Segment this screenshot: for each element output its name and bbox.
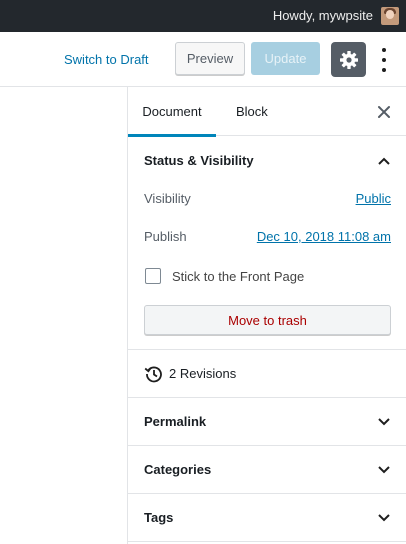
close-icon[interactable]	[376, 104, 392, 120]
sidebar-tabs: Document Block	[128, 87, 406, 137]
sticky-label[interactable]: Stick to the Front Page	[172, 269, 304, 284]
chevron-up-icon	[378, 157, 390, 165]
permalink-panel[interactable]: Permalink	[128, 398, 406, 446]
switch-to-draft-button[interactable]: Switch to Draft	[64, 52, 149, 67]
user-greeting[interactable]: Howdy, mywpsite	[273, 0, 373, 32]
move-to-trash-button[interactable]: Move to trash	[144, 305, 391, 335]
settings-button[interactable]	[331, 42, 366, 77]
panel-title: Permalink	[144, 414, 207, 429]
tab-document[interactable]: Document	[128, 87, 216, 137]
history-icon	[144, 366, 162, 383]
publish-date-link[interactable]: Dec 10, 2018 11:08 am	[257, 229, 391, 244]
status-visibility-panel: Status & Visibility Visibility Public Pu…	[128, 136, 406, 350]
categories-panel[interactable]: Categories	[128, 446, 406, 494]
revisions-row[interactable]: 2 Revisions	[128, 350, 406, 398]
avatar[interactable]	[381, 7, 399, 25]
panel-title: Categories	[144, 462, 212, 477]
more-tools-button[interactable]	[376, 48, 392, 72]
chevron-down-icon	[378, 466, 390, 474]
visibility-label: Visibility	[144, 191, 191, 206]
tab-block[interactable]: Block	[236, 87, 268, 136]
chevron-down-icon	[378, 418, 390, 426]
admin-bar: Howdy, mywpsite	[0, 0, 406, 32]
chevron-down-icon	[378, 514, 390, 522]
more-vertical-icon	[382, 48, 386, 52]
sticky-checkbox[interactable]	[145, 268, 161, 284]
update-button[interactable]: Update	[251, 42, 320, 75]
revisions-label: 2 Revisions	[169, 366, 237, 381]
visibility-link[interactable]: Public	[356, 191, 391, 206]
tags-panel[interactable]: Tags	[128, 494, 406, 542]
status-visibility-toggle[interactable]: Status & Visibility	[128, 136, 406, 184]
gear-icon	[339, 50, 358, 69]
preview-button[interactable]: Preview	[175, 42, 245, 75]
panel-title: Status & Visibility	[144, 153, 254, 168]
panel-title: Tags	[144, 510, 174, 525]
settings-sidebar: Document Block Status & Visibility Visib…	[127, 87, 406, 544]
editor-toolbar: Switch to Draft Preview Update	[0, 32, 406, 87]
publish-label: Publish	[144, 229, 187, 244]
